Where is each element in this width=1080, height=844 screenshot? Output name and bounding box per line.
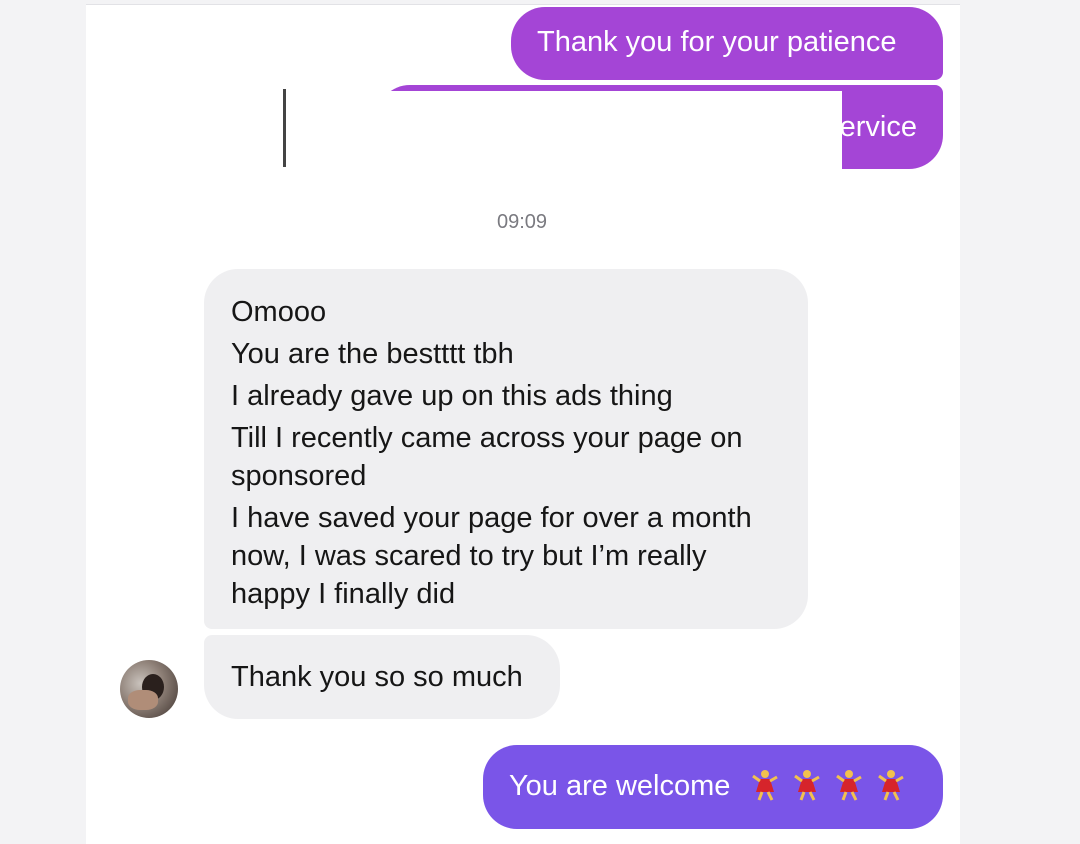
message-text: You are welcome xyxy=(509,770,731,802)
message-line: Omooo xyxy=(231,296,327,328)
message-text: Thank you so so much xyxy=(231,661,523,693)
incoming-message[interactable]: Thank you so so much xyxy=(204,635,560,719)
message-text: ervice xyxy=(839,111,917,143)
message-line: Till I recently came across your page on xyxy=(231,422,743,454)
dancer-icon xyxy=(878,770,905,802)
avatar[interactable] xyxy=(120,660,178,718)
message-timestamp: 09:09 xyxy=(496,211,548,233)
text-cursor xyxy=(283,89,286,167)
message-text: Thank you for your patience xyxy=(537,26,897,58)
avatar-shape xyxy=(128,690,158,710)
message-line: I already gave up on this ads thing xyxy=(231,380,673,412)
message-line: You are the bestttt tbh xyxy=(231,338,514,370)
screenshot-stage: Thank you for your patience ervice 09:09… xyxy=(0,0,1080,844)
outgoing-message[interactable]: You are welcome xyxy=(483,745,943,829)
emoji-group xyxy=(748,768,916,806)
dancer-icon xyxy=(752,770,779,802)
dancer-icon xyxy=(794,770,821,802)
redaction-overlay xyxy=(372,91,842,171)
outgoing-message[interactable]: Thank you for your patience xyxy=(511,7,943,80)
message-line: sponsored xyxy=(231,460,367,492)
message-line: I have saved your page for over a month xyxy=(231,502,752,534)
message-line: happy I finally did xyxy=(231,578,456,610)
dancer-icon xyxy=(836,770,863,802)
chat-thread[interactable]: Thank you for your patience ervice 09:09… xyxy=(86,4,960,844)
incoming-message[interactable]: Omooo You are the bestttt tbh I already … xyxy=(204,269,808,629)
message-line: now, I was scared to try but I’m really xyxy=(231,540,707,572)
